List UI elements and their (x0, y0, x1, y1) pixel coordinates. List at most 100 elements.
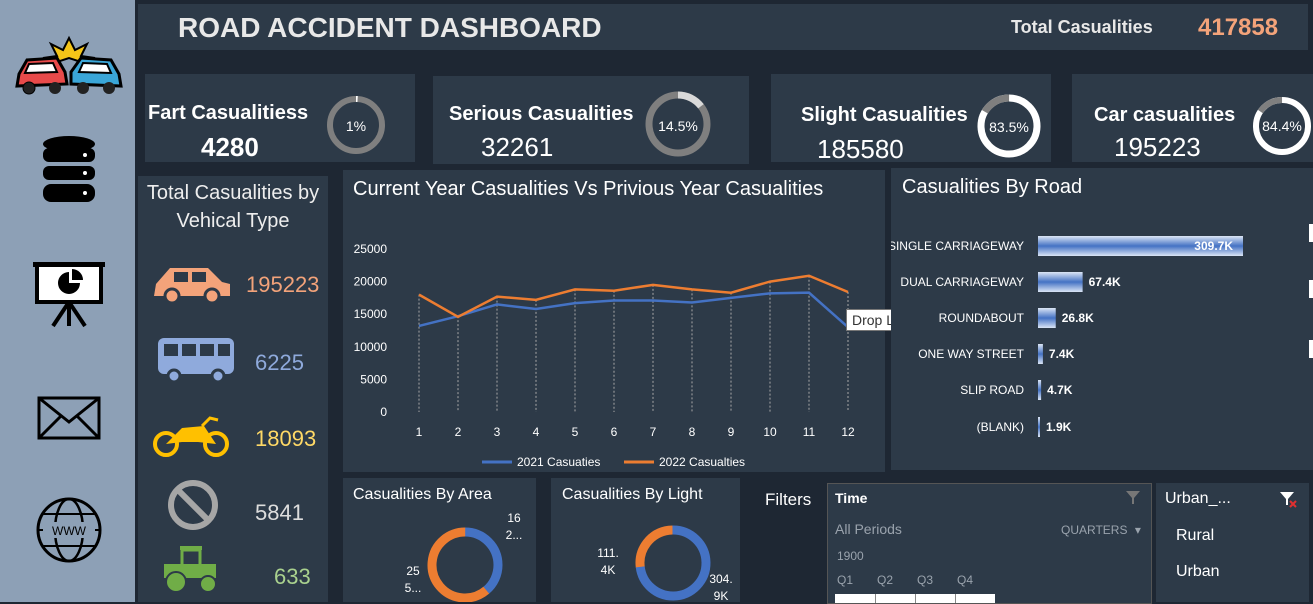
tractor-icon (164, 546, 217, 593)
kpi-card-serious: Serious Casualities 32261 14.5% (433, 76, 749, 164)
road-category-label: SINGLE CARRIAGEWAY (891, 239, 1024, 253)
line-chart-panel: Current Year Casualities Vs Privious Yea… (343, 170, 885, 472)
road-category-label: ONE WAY STREET (918, 347, 1024, 361)
legend-label: 2022 Casualties (659, 455, 745, 469)
road-chart-panel: Casualities By Road SINGLE CARRIAGEWAY 30… (891, 168, 1313, 470)
vehicle-value: 18093 (255, 426, 317, 451)
vehicle-row-motorcycle: 18093 (138, 408, 328, 468)
kpi-title: Serious Casualities (449, 103, 634, 125)
x-tick-label: 11 (803, 425, 816, 439)
prohibited-icon (168, 480, 218, 530)
donut-label: 25 (406, 564, 420, 578)
road-category-label: DUAL CARRIAGEWAY (900, 275, 1024, 289)
x-tick-label: 1 (416, 425, 423, 439)
kpi-title: Slight Casualities (801, 104, 968, 126)
time-slicer[interactable]: Time All Periods QUARTERS ▾ 1900 Q1 Q2 Q… (827, 483, 1152, 604)
motorcycle-icon (153, 416, 229, 457)
scroll-marker (1309, 280, 1313, 298)
bus-icon (158, 338, 234, 382)
legend-label: 2021 Casuaties (517, 455, 600, 469)
road-bar-label: 67.4K (1089, 275, 1121, 289)
kpi-title: Car casualities (1094, 104, 1236, 126)
y-tick-label: 25000 (354, 242, 388, 256)
road-bar[interactable] (1038, 308, 1056, 328)
urban-item-urban[interactable]: Urban (1176, 563, 1220, 581)
scroll-marker (1309, 340, 1313, 358)
page-title: ROAD ACCIDENT DASHBOARD (178, 12, 602, 43)
road-category-label: ROUNDABOUT (939, 311, 1025, 325)
time-level-dropdown[interactable]: QUARTERS ▾ (1061, 523, 1141, 537)
road-category-label: (BLANK) (977, 420, 1024, 434)
clear-filter-icon[interactable] (1124, 488, 1142, 506)
kpi-card-fatal: Fart Casualitiess 4280 1% (145, 74, 415, 162)
x-tick-label: 8 (689, 425, 696, 439)
kpi-percent: 83.5% (989, 119, 1029, 135)
header-bar: ROAD ACCIDENT DASHBOARD Total Casualitie… (138, 4, 1308, 50)
road-bar-chart: SINGLE CARRIAGEWAY 309.7K DUAL CARRIAGEWAY… (891, 236, 1243, 437)
urban-item-rural[interactable]: Rural (1176, 527, 1214, 545)
series-line-0[interactable] (418, 291, 849, 329)
road-bar[interactable] (1038, 344, 1043, 364)
x-tick-label: 4 (533, 425, 540, 439)
car-crash-icon[interactable] (10, 32, 128, 96)
kpi-card-car: Car casualities 195223 84.4% (1072, 74, 1313, 162)
sidebar: WWW (0, 0, 135, 602)
vehicle-value: 633 (274, 564, 311, 589)
quarter-q3[interactable]: Q3 (917, 573, 933, 587)
light-donut-panel: Casualities By Light 111. 4K 304. 9K (551, 478, 740, 602)
filters-label: Filters (765, 490, 812, 509)
donut-label: 16 (507, 511, 521, 525)
time-period[interactable]: All Periods (835, 521, 902, 537)
quarter-q4[interactable]: Q4 (957, 573, 973, 587)
x-tick-label: 9 (728, 425, 735, 439)
kpi-value: 195223 (1114, 132, 1201, 162)
donut-label: 9K (714, 589, 729, 602)
kpi-percent: 84.4% (1262, 118, 1302, 134)
donut-label: 111. (597, 546, 619, 560)
road-bar[interactable] (1038, 380, 1042, 400)
quarter-q1[interactable]: Q1 (837, 573, 853, 587)
mail-icon[interactable] (10, 396, 128, 440)
time-year: 1900 (837, 549, 864, 563)
area-donut-panel: Casualities By Area 16 2... 25 5... (343, 478, 536, 602)
svg-text:WWW: WWW (52, 524, 87, 538)
time-slicer-title: Time (835, 490, 868, 506)
vehicle-row-other: 5841 (138, 476, 328, 536)
x-tick-label: 6 (611, 425, 618, 439)
x-tick-label: 3 (494, 425, 501, 439)
database-icon[interactable] (10, 134, 128, 206)
y-tick-label: 5000 (360, 372, 387, 386)
road-bar-label: 4.7K (1047, 383, 1073, 397)
www-globe-icon[interactable]: WWW (10, 496, 128, 564)
urban-slicer[interactable]: Urban_... Rural Urban (1156, 483, 1309, 602)
x-tick-label: 10 (763, 425, 777, 439)
presentation-icon[interactable] (10, 258, 128, 330)
vehicle-row-bus: 6225 (138, 332, 328, 392)
time-level-label: QUARTERS (1061, 523, 1128, 537)
vehicle-value: 5841 (255, 500, 304, 525)
y-tick-label: 20000 (354, 275, 388, 289)
road-bar[interactable] (1038, 417, 1040, 437)
vehicle-value: 6225 (255, 350, 304, 375)
road-bar-label: 26.8K (1062, 311, 1094, 325)
vehicle-type-panel: Total Casualities by Vehical Type 195223… (138, 176, 328, 602)
x-tick-label: 7 (650, 425, 657, 439)
vehicle-title-line1: Total Casualities by (146, 182, 320, 204)
x-tick-label: 2 (455, 425, 462, 439)
kpi-value: 32261 (481, 132, 554, 162)
donut-label: 5... (405, 581, 422, 595)
line-chart: 05000100001500020000250001 2 3 4 5 6 7 8 9 10 11 12… (354, 242, 855, 469)
road-bar-label: 309.7K (1194, 239, 1233, 253)
quarter-q2[interactable]: Q2 (877, 573, 893, 587)
road-bar[interactable] (1038, 272, 1083, 292)
kpi-percent: 1% (345, 118, 367, 134)
kpi-percent: 14.5% (658, 118, 698, 134)
clear-filter-icon[interactable] (1278, 489, 1298, 509)
y-tick-label: 0 (380, 405, 387, 419)
total-casualties-value: 417858 (1198, 14, 1279, 41)
light-donut-chart: 111. 4K 304. 9K (597, 525, 733, 602)
road-category-label: SLIP ROAD (960, 383, 1024, 397)
series-line-1[interactable] (418, 274, 849, 319)
area-donut-chart: 16 2... 25 5... (405, 511, 522, 602)
y-tick-label: 15000 (354, 307, 388, 321)
